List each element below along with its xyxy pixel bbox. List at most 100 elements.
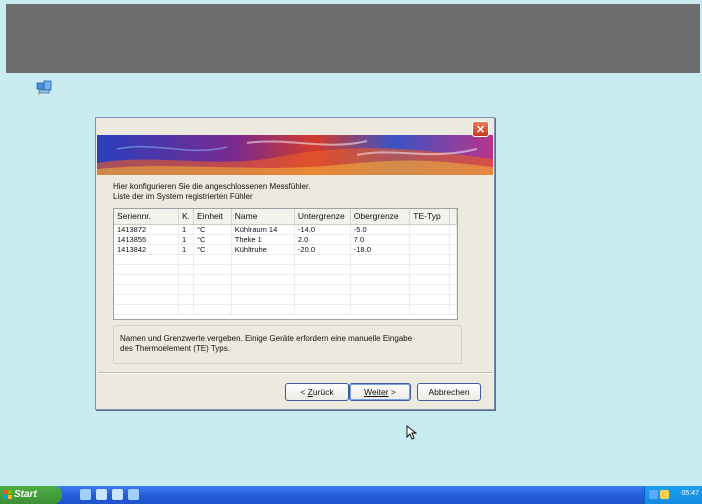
table-row[interactable]: 1413855 1 °C Theke 1 2.0 7.0 [114,234,457,245]
table-cell: 1413872 [114,224,180,235]
table-cell [409,244,450,255]
next-button[interactable]: Weiter > [349,383,411,401]
table-cell [114,264,180,275]
table-cell-filler [449,224,457,235]
table-row[interactable]: 1413842 1 °C Kühltruhe -20.0 -18.0 [114,244,457,255]
system-tray: 05:47 [644,486,702,504]
table-cell [294,294,351,305]
sensor-table: Seriennr. K. Einheit Name Untergrenze Obergre… [113,208,458,320]
intro-line-2: Liste der im System registrierten Fühler [113,192,253,201]
table-cell: °C [193,224,232,235]
table-cell [178,264,195,275]
column-header[interactable]: K. [178,209,195,225]
column-header[interactable]: Seriennr. [114,209,180,225]
table-cell [193,254,232,265]
table-cell [409,304,450,315]
table-cell: -14.0 [294,224,351,235]
table-cell [114,254,180,265]
table-cell: 7.0 [350,234,411,245]
table-cell [178,304,195,315]
info-line-2: des Thermoelement (TE) Typs. [120,344,230,353]
intro-line-1: Hier konfigurieren Sie die angeschlossen… [113,182,311,191]
intro-text: Hier konfigurieren Sie die angeschlossen… [113,182,310,202]
start-button[interactable]: Start [0,486,62,504]
column-header[interactable]: Untergrenze [294,209,351,225]
table-cell [231,294,295,305]
table-row[interactable] [114,274,457,285]
table-cell [294,284,351,295]
table-cell [409,264,450,275]
taskbar: Start 05:47 [0,486,702,504]
table-cell [193,284,232,295]
info-box: Namen und Grenzwerte vergeben. Einige Ge… [113,325,462,364]
column-header[interactable]: Obergrenze [350,209,411,225]
windows-logo-icon [3,490,12,499]
mouse-cursor-icon [406,425,417,440]
column-header[interactable]: TE-Typ [409,209,450,225]
column-header[interactable]: Einheit [193,209,232,225]
start-label: Start [14,489,37,500]
table-cell-filler [449,274,457,285]
clock: 05:47 [681,490,699,497]
quicklaunch-explorer-icon[interactable] [128,489,139,500]
table-cell: -20.0 [294,244,351,255]
table-cell: -5.0 [350,224,411,235]
table-cell-filler [449,284,457,295]
table-cell [409,254,450,265]
table-cell: 1 [178,224,195,235]
table-cell [231,264,295,275]
table-cell: Theke 1 [231,234,295,245]
quicklaunch-media-icon[interactable] [112,489,123,500]
table-row[interactable] [114,304,457,315]
table-cell-filler [449,294,457,305]
table-cell [114,274,180,285]
next-suffix: > [388,387,396,397]
quicklaunch-browser-icon[interactable] [80,489,91,500]
table-cell-filler [449,244,457,255]
cancel-button[interactable]: Abbrechen [417,383,481,401]
table-cell-filler [449,234,457,245]
table-cell [409,284,450,295]
table-cell: 1 [178,244,195,255]
table-cell [409,294,450,305]
table-cell: °C [193,234,232,245]
info-line-1: Namen und Grenzwerte vergeben. Einige Ge… [120,334,413,343]
table-cell [231,304,295,315]
table-row[interactable] [114,264,457,275]
table-cell [231,274,295,285]
table-cell-filler [449,254,457,265]
table-row[interactable] [114,254,457,265]
tray-network-icon[interactable] [649,490,658,499]
table-cell [193,264,232,275]
back-prefix: < [300,387,308,397]
back-rest: urück [312,387,334,397]
table-row[interactable] [114,284,457,295]
table-row[interactable] [114,294,457,305]
table-cell [294,274,351,285]
back-button[interactable]: < Zurück [285,383,349,401]
table-cell [409,274,450,285]
close-icon[interactable]: × [472,121,489,137]
network-computer-icon[interactable] [36,80,52,96]
table-row[interactable]: 1413872 1 °C Kühlraum 14 -14.0 -5.0 [114,224,457,235]
table-cell [294,304,351,315]
table-cell [350,264,411,275]
tray-security-icon[interactable] [660,490,669,499]
table-cell [350,294,411,305]
table-cell [350,304,411,315]
table-header-row: Seriennr. K. Einheit Name Untergrenze Obergre… [114,209,457,225]
table-cell: Kühltruhe [231,244,295,255]
table-cell [178,274,195,285]
table-cell [350,274,411,285]
table-cell [231,284,295,295]
quicklaunch-desktop-icon[interactable] [96,489,107,500]
table-cell [350,254,411,265]
table-cell [193,304,232,315]
column-header[interactable]: Name [231,209,295,225]
sensor-config-dialog: × Hier konfigurieren Sie die angeschloss… [95,117,495,410]
table-cell [114,304,180,315]
button-separator [98,372,492,374]
next-rest: eiter [372,387,389,397]
table-cell [114,284,180,295]
table-cell: 1 [178,234,195,245]
